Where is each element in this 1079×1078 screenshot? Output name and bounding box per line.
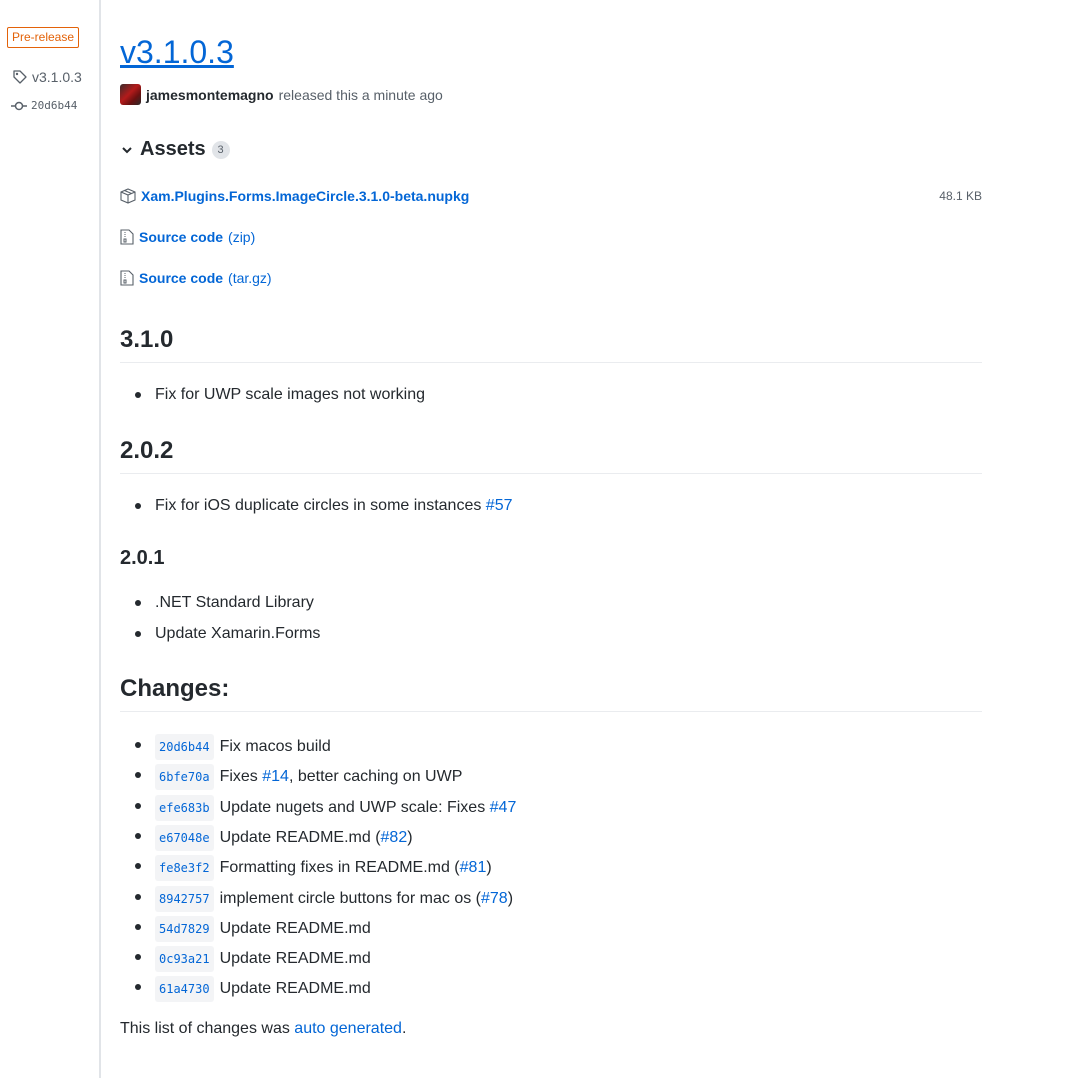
list-item-text: Fix for iOS duplicate circles in some in…: [155, 497, 513, 514]
asset-link[interactable]: Source code: [139, 229, 223, 245]
asset-size: 48.1 KB: [939, 189, 982, 203]
change-item: fe8e3f2 Formatting fixes in README.md (#8…: [135, 855, 492, 882]
assets-title: Assets: [140, 138, 206, 160]
change-text: Update README.md (#82): [219, 828, 413, 846]
list-item-text: Update Xamarin.Forms: [155, 625, 321, 642]
changes-heading: Changes:: [120, 675, 982, 712]
released-text: released this a minute ago: [278, 86, 443, 103]
tag-label: v3.1.0.3: [32, 69, 82, 85]
change-text: Update README.md: [219, 919, 371, 937]
asset-ext: (zip): [228, 229, 256, 245]
change-text: implement circle buttons for mac os (#78…: [219, 889, 514, 907]
issue-link[interactable]: #14: [262, 768, 289, 785]
change-item: efe683b Update nugets and UWP scale: Fixe…: [134, 794, 517, 821]
asset-ext: (tar.gz): [228, 270, 272, 286]
issue-link[interactable]: #81: [460, 859, 487, 876]
list-item-text: .NET Standard Library: [155, 594, 314, 611]
pre-release-badge: Pre-release: [7, 27, 80, 48]
avatar[interactable]: [120, 84, 141, 105]
asset-link[interactable]: Source code: [139, 270, 223, 286]
change-item: e67048e Update README.md (#82): [135, 824, 413, 851]
notes-heading: 2.0.2: [120, 437, 982, 474]
tag-icon: [13, 70, 27, 84]
change-item: 0c93a21 Update README.md: [135, 946, 371, 973]
issue-link[interactable]: #57: [486, 497, 513, 514]
asset-row[interactable]: Source code (tar.gz): [120, 268, 982, 288]
issue-link[interactable]: #82: [381, 829, 408, 846]
change-text: Fixes #14, better caching on UWP: [219, 768, 463, 786]
commit-sha-link[interactable]: 0c93a21: [155, 946, 214, 973]
tag-link[interactable]: v3.1.0.3: [12, 69, 82, 85]
assets-count: 3: [211, 140, 230, 159]
commit-icon: [11, 101, 27, 110]
asset-row[interactable]: Xam.Plugins.Forms.ImageCircle.3.1.0-beta…: [120, 186, 982, 206]
commit-sha-link[interactable]: efe683b: [155, 794, 214, 821]
commit-label: 20d6b44: [31, 99, 78, 112]
change-text: Update README.md: [219, 950, 371, 968]
commit-sha-link[interactable]: 54d7829: [155, 915, 214, 942]
commit-sha-link[interactable]: 20d6b44: [155, 734, 214, 760]
commit-sha-link[interactable]: e67048e: [155, 824, 214, 851]
issue-link[interactable]: #78: [481, 890, 508, 907]
commit-sha-link[interactable]: 61a4730: [155, 976, 214, 1003]
change-text: Update README.md: [219, 980, 371, 998]
changes-footer: This list of changes was auto generated.: [120, 1020, 407, 1037]
change-item: 61a4730 Update README.md: [135, 976, 371, 1003]
list-item: Fix for iOS duplicate circles in some in…: [135, 495, 513, 517]
asset-link[interactable]: Xam.Plugins.Forms.ImageCircle.3.1.0-beta…: [141, 188, 469, 204]
file-zip-icon: [120, 229, 134, 245]
notes-subheading: 2.0.1: [120, 547, 165, 569]
notes-heading: 3.1.0: [120, 326, 982, 363]
change-text: Update nugets and UWP scale: Fixes #47: [219, 798, 517, 816]
author-link[interactable]: jamesmontemagno: [146, 87, 274, 103]
issue-link[interactable]: #47: [490, 799, 517, 816]
change-item: 8942757 implement circle buttons for mac …: [134, 885, 514, 912]
package-icon: [120, 188, 136, 204]
commit-sha-link[interactable]: fe8e3f2: [155, 855, 214, 882]
list-item: Fix for UWP scale images not working: [134, 384, 426, 406]
release-sidebar: Pre-release v3.1.0.3 20d6b44: [0, 0, 101, 1078]
chevron-down-icon: [122, 146, 132, 153]
change-item: 54d7829 Update README.md: [135, 915, 371, 942]
auto-generated-link[interactable]: auto generated: [294, 1020, 402, 1037]
list-item-text: Fix for UWP scale images not working: [155, 386, 426, 403]
list-item: Update Xamarin.Forms: [134, 623, 321, 645]
list-item: .NET Standard Library: [135, 592, 314, 614]
commit-sha-link[interactable]: 8942757: [155, 885, 214, 912]
change-item: 20d6b44 Fix macos build: [135, 734, 331, 760]
asset-row[interactable]: Source code (zip): [120, 227, 982, 247]
change-text: Fix macos build: [219, 738, 331, 755]
file-zip-icon: [120, 270, 134, 286]
commit-link[interactable]: 20d6b44: [11, 99, 77, 112]
assets-toggle[interactable]: Assets 3: [120, 138, 230, 161]
change-item: 6bfe70a Fixes #14, better caching on UWP: [134, 764, 463, 791]
release-byline: jamesmontemagno released this a minute a…: [120, 84, 443, 105]
release-title[interactable]: v3.1.0.3: [120, 32, 234, 72]
commit-sha-link[interactable]: 6bfe70a: [155, 764, 214, 791]
change-text: Formatting fixes in README.md (#81): [219, 859, 492, 877]
